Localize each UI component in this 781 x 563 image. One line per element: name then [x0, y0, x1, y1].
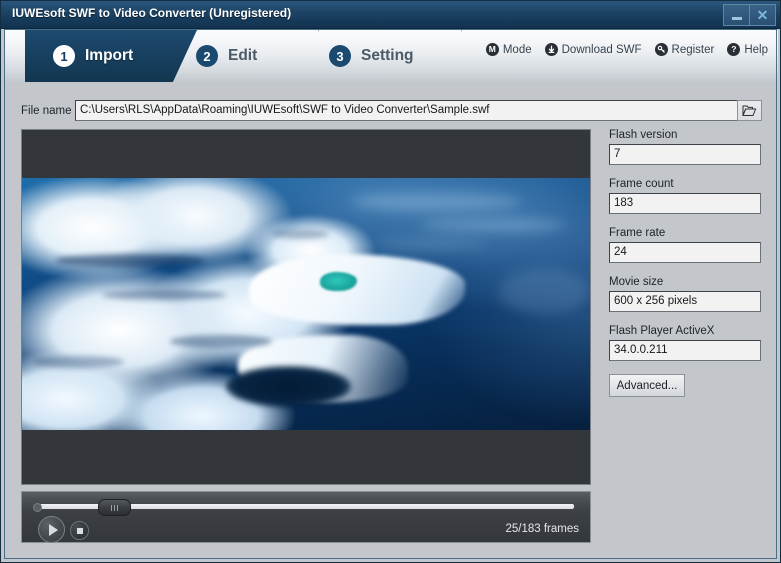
menu-download-swf-label: Download SWF: [561, 43, 642, 56]
crevasse: [271, 228, 329, 239]
play-icon: [48, 523, 58, 536]
advanced-button[interactable]: Advanced...: [609, 374, 685, 397]
stop-button[interactable]: [70, 521, 89, 540]
top-menu: M Mode Download SWF Register ? Help: [485, 43, 768, 56]
flash-version-value[interactable]: 7: [609, 144, 761, 165]
menu-mode[interactable]: M Mode: [485, 43, 532, 56]
title-bar: IUWEsoft SWF to Video Converter (Unregis…: [1, 1, 780, 29]
open-folder-icon: [742, 105, 757, 116]
frame-count-value[interactable]: 183: [609, 193, 761, 214]
close-icon: ✕: [756, 7, 769, 23]
movie-size-label: Movie size: [609, 276, 664, 288]
menu-mode-label: Mode: [502, 43, 532, 56]
crevasse: [56, 254, 204, 267]
grip-line: [111, 504, 112, 511]
file-name-row: File name C:\Users\RLS\AppData\Roaming\I…: [21, 99, 762, 122]
flash-info-panel: Flash version 7 Frame count 183 Frame ra…: [609, 129, 761, 397]
seek-slider-handle[interactable]: [98, 499, 131, 516]
video-preview-panel[interactable]: [21, 129, 591, 485]
flash-version-label: Flash version: [609, 129, 678, 141]
player-control-bar: 25/183 frames: [21, 491, 591, 543]
grip-line: [117, 504, 118, 511]
tab-setting-number: 3: [329, 45, 351, 67]
minimize-icon: [731, 16, 742, 20]
tab-edit-label: Edit: [228, 47, 258, 64]
menu-help[interactable]: ? Help: [727, 43, 768, 56]
ocean-streak: [499, 269, 590, 316]
letterbox-bottom: [22, 430, 590, 484]
tab-setting-label: Setting: [361, 47, 414, 64]
letterbox-top: [22, 130, 590, 178]
download-icon: [544, 43, 558, 56]
app-window: IUWEsoft SWF to Video Converter (Unregis…: [0, 0, 781, 563]
tab-import-label: Import: [85, 47, 134, 64]
frame-count-label: Frame count: [609, 178, 674, 190]
frame-counter-label: 25/183 frames: [505, 523, 579, 535]
tab-edit[interactable]: 2 Edit: [168, 30, 319, 82]
file-name-label: File name: [21, 104, 72, 117]
file-name-input[interactable]: C:\Users\RLS\AppData\Roaming\IUWEsoft\SW…: [75, 100, 738, 121]
tab-strip: 1 Import 2 Edit 3 Setting M Mode Downloa…: [5, 30, 778, 82]
meltwater-pool: [320, 271, 358, 292]
frame-rate-value[interactable]: 24: [609, 242, 761, 263]
register-key-icon: [654, 43, 668, 56]
menu-help-label: Help: [744, 43, 768, 56]
movie-size-value[interactable]: 600 x 256 pixels: [609, 291, 761, 312]
tab-setting[interactable]: 3 Setting: [301, 30, 462, 82]
stop-icon: [76, 527, 83, 534]
crevasse: [101, 289, 227, 300]
mode-icon: M: [485, 43, 499, 56]
window-controls: ✕: [723, 4, 776, 26]
menu-download-swf[interactable]: Download SWF: [544, 43, 642, 56]
ice-tongue: [249, 254, 466, 326]
close-button[interactable]: ✕: [749, 4, 776, 26]
flash-player-activex-value[interactable]: 34.0.0.211: [609, 340, 761, 361]
browse-button[interactable]: [737, 100, 762, 121]
menu-register[interactable]: Register: [654, 43, 715, 56]
tab-import-number: 1: [53, 45, 75, 67]
flash-player-activex-label: Flash Player ActiveX: [609, 325, 715, 337]
video-frame: [22, 178, 590, 432]
play-button[interactable]: [38, 516, 65, 543]
minimize-button[interactable]: [723, 4, 749, 26]
grip-line: [114, 504, 115, 511]
tab-edit-number: 2: [196, 45, 218, 67]
frame-rate-label: Frame rate: [609, 227, 666, 239]
dark-water-notch: [226, 365, 352, 407]
main-content: File name C:\Users\RLS\AppData\Roaming\I…: [5, 82, 778, 560]
seek-slider-start-marker: [33, 503, 42, 512]
help-question-icon: ?: [727, 43, 741, 56]
menu-register-label: Register: [671, 43, 715, 56]
window-title: IUWEsoft SWF to Video Converter (Unregis…: [12, 6, 292, 20]
